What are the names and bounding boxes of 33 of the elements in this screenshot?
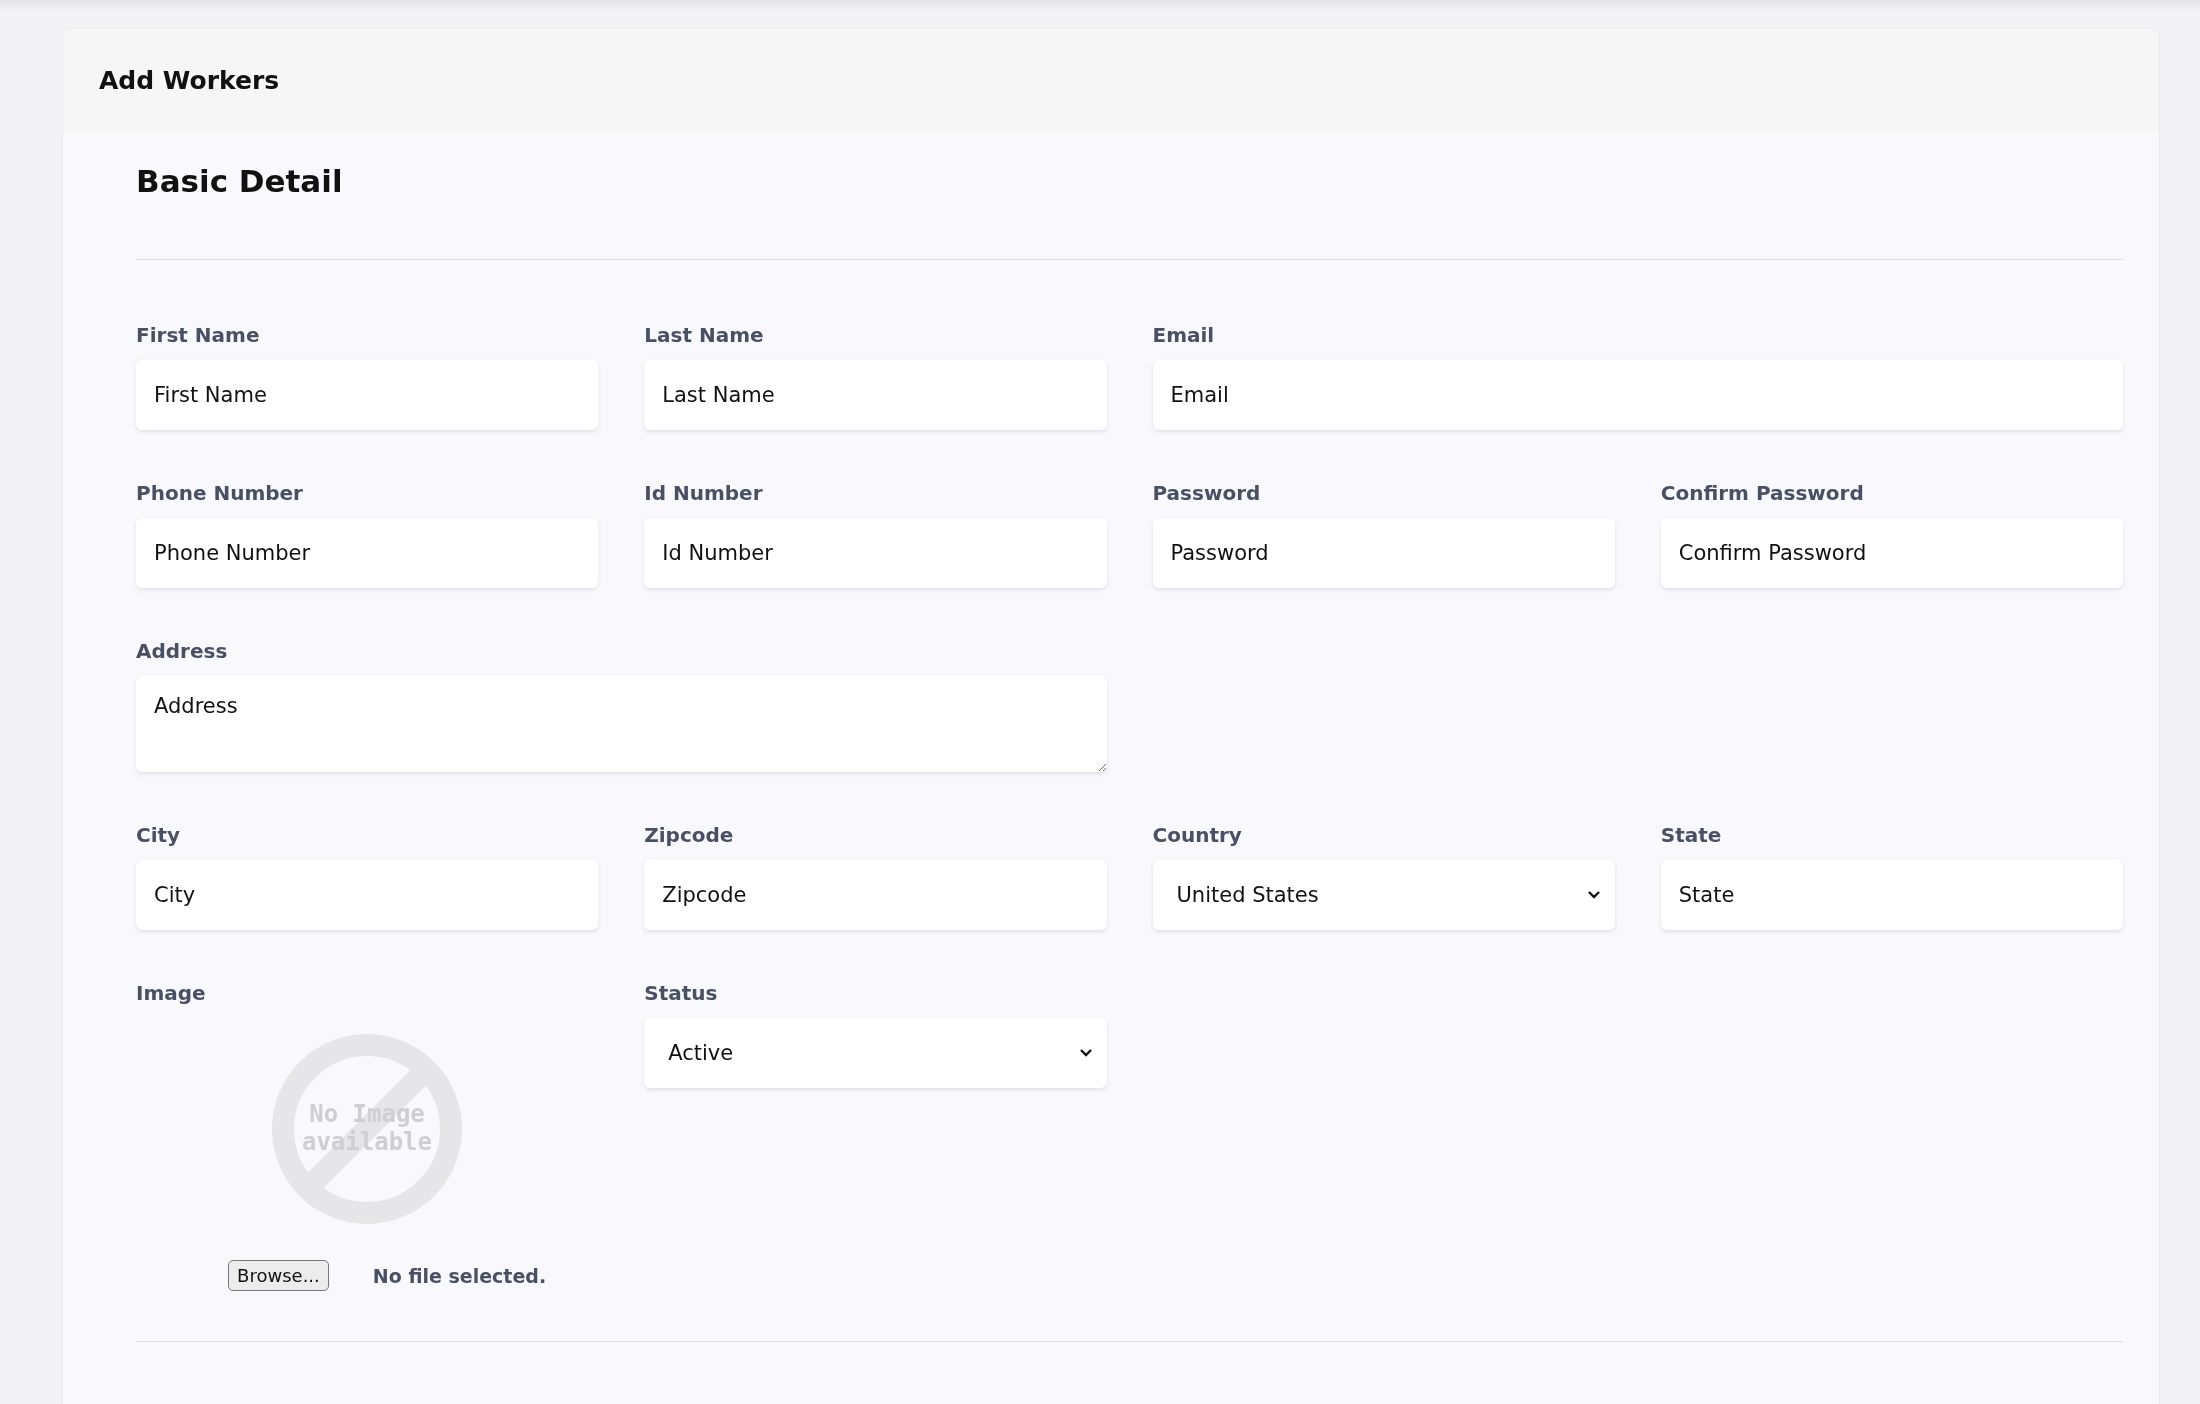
text-input-field[interactable]: Confirm Password [1660,518,2123,588]
text-input-field[interactable]: State [1660,860,2123,930]
card-title: Add Workers [99,65,280,95]
text-input-field[interactable]: First Name [136,360,599,430]
dropdown-field[interactable]: Active [644,1018,1107,1088]
field-label: Confirm Password [1660,480,1865,506]
textarea-field[interactable]: Address [136,676,1107,772]
text-input-field[interactable]: Id Number [644,518,1107,588]
field-label: State [1660,822,1723,848]
browse-button[interactable]: Browse... [228,1260,329,1291]
field-label: City [136,822,182,848]
text-input-field[interactable]: City [136,860,599,930]
field-label: Zipcode [644,822,735,848]
field-label: Status [644,980,719,1006]
field-label: Address [136,638,229,664]
text-input-field[interactable]: Password [1152,518,1615,588]
field-label: Email [1152,322,1216,348]
field-label: Phone Number [136,480,304,506]
field-label: Image [136,980,207,1006]
field-label: Password [1152,480,1262,506]
chevron-down-icon [1586,890,1601,900]
field-label: Last Name [644,322,765,348]
section-title: Basic Detail [136,163,344,199]
field-label: Id Number [644,480,764,506]
text-input-field[interactable]: Zipcode [644,860,1107,930]
chevron-down-icon [1078,1048,1093,1058]
text-input-field[interactable]: Phone Number [136,518,599,588]
file-status: No file selected. [372,1264,547,1287]
field-label: Country [1152,822,1243,848]
text-input-field[interactable]: Last Name [644,360,1107,430]
dropdown-field[interactable]: United States [1152,860,1615,930]
field-label: First Name [136,322,261,348]
text-input-field[interactable]: Email [1152,360,2123,430]
